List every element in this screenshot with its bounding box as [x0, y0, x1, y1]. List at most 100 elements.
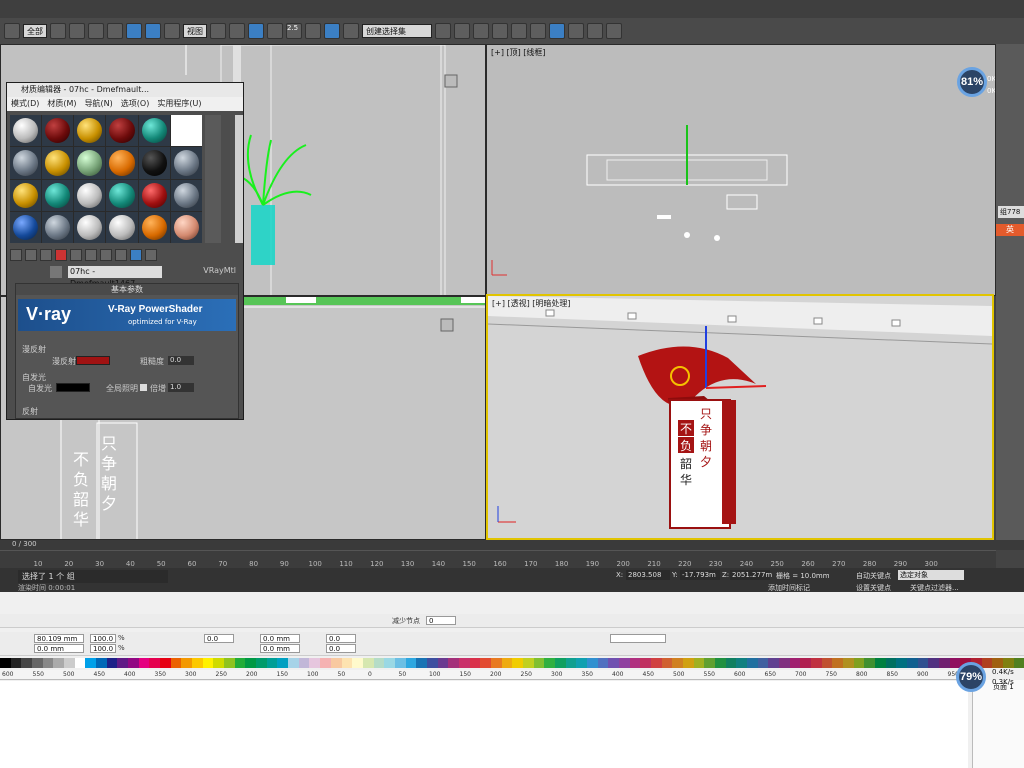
- palette-swatch[interactable]: [928, 658, 940, 668]
- material-slot[interactable]: [74, 147, 106, 179]
- palette-swatch[interactable]: [618, 658, 630, 668]
- palette-swatch[interactable]: [298, 658, 310, 668]
- palette-swatch[interactable]: [437, 658, 449, 668]
- palette-swatch[interactable]: [96, 658, 107, 668]
- palette-swatch[interactable]: [394, 658, 406, 668]
- curve-editor-icon[interactable]: [511, 23, 527, 39]
- palette-swatch[interactable]: [832, 658, 844, 668]
- palette-swatch[interactable]: [757, 658, 769, 668]
- palette-swatch[interactable]: [800, 658, 812, 668]
- palette-swatch[interactable]: [789, 658, 801, 668]
- render-setup-icon[interactable]: [568, 23, 584, 39]
- self-illum-color-swatch[interactable]: [56, 383, 90, 392]
- select-by-name-icon[interactable]: [69, 23, 85, 39]
- palette-swatch[interactable]: [288, 658, 299, 668]
- select-icon[interactable]: [50, 23, 66, 39]
- selection-set-dropdown[interactable]: 创建选择集: [362, 24, 432, 38]
- menu-item-material[interactable]: 材质(M): [47, 97, 76, 111]
- palette-swatch[interactable]: [896, 658, 908, 668]
- palette-swatch[interactable]: [106, 658, 118, 668]
- palette-swatch[interactable]: [501, 658, 513, 668]
- scale-height[interactable]: 100.0: [90, 644, 116, 653]
- palette-swatch[interactable]: [779, 658, 790, 668]
- reduce-nodes-input[interactable]: 0: [426, 616, 456, 625]
- palette-swatch[interactable]: [416, 658, 427, 668]
- palette-swatch[interactable]: [661, 658, 673, 668]
- palette-swatch[interactable]: [330, 658, 342, 668]
- viewport-top-right[interactable]: [+] [顶] [线框] 81% 0K/s 0K/s: [486, 44, 996, 296]
- gi-checkbox[interactable]: [140, 384, 147, 391]
- palette-swatch[interactable]: [202, 658, 214, 668]
- viewport-perspective[interactable]: [+] [透视] [明暗处理] 只 争 朝 夕 不 负 韶 华: [486, 294, 994, 540]
- palette-swatch[interactable]: [384, 658, 395, 668]
- material-slot[interactable]: [170, 147, 202, 179]
- palette-swatch[interactable]: [245, 658, 257, 668]
- palette-swatch[interactable]: [554, 658, 566, 668]
- palette-swatch[interactable]: [266, 658, 278, 668]
- palette-swatch[interactable]: [458, 658, 470, 668]
- material-slot[interactable]: [10, 115, 42, 147]
- palette-swatch[interactable]: [362, 658, 374, 668]
- name-field[interactable]: 组778: [998, 206, 1024, 218]
- schematic-icon[interactable]: [530, 23, 546, 39]
- palette-swatch[interactable]: [341, 658, 353, 668]
- palette-swatch[interactable]: [736, 658, 748, 668]
- palette-swatch[interactable]: [693, 658, 705, 668]
- menu-item-options[interactable]: 选项(O): [121, 97, 150, 111]
- palette-swatch[interactable]: [512, 658, 523, 668]
- menu-item-modes[interactable]: 模式(D): [11, 97, 39, 111]
- palette-swatch[interactable]: [213, 658, 225, 668]
- view-dropdown[interactable]: 视图: [183, 24, 207, 38]
- material-slot[interactable]: [74, 211, 106, 243]
- palette-swatch[interactable]: [53, 658, 65, 668]
- pick-material-icon[interactable]: [50, 266, 62, 278]
- material-slot[interactable]: [10, 211, 42, 243]
- position-y[interactable]: 0.0 mm: [260, 644, 300, 653]
- spinner-snap-icon[interactable]: [324, 23, 340, 39]
- material-slot[interactable]: [170, 179, 202, 211]
- palette-swatch[interactable]: [64, 658, 75, 668]
- select-manipulate-icon[interactable]: [229, 23, 245, 39]
- palette-swatch[interactable]: [0, 658, 11, 668]
- palette-swatch[interactable]: [32, 658, 43, 668]
- viewport-label-perspective[interactable]: [+] [透视] [明暗处理]: [492, 298, 571, 309]
- palette-swatch[interactable]: [128, 658, 139, 668]
- palette-swatch[interactable]: [992, 658, 1004, 668]
- y-coordinate[interactable]: -17.793m: [680, 570, 720, 580]
- undo-icon[interactable]: [4, 23, 20, 39]
- angle-b[interactable]: 0.0: [326, 644, 356, 653]
- slots-scrollbar[interactable]: [235, 115, 243, 243]
- palette-swatch[interactable]: [864, 658, 876, 668]
- material-slot[interactable]: [74, 115, 106, 147]
- get-material-icon[interactable]: [10, 249, 22, 261]
- x-coordinate[interactable]: 2803.508: [626, 570, 670, 580]
- outline-dropdown[interactable]: [610, 634, 666, 643]
- palette-swatch[interactable]: [533, 658, 545, 668]
- rollout-header[interactable]: 基本参数: [16, 284, 238, 295]
- palette-swatch[interactable]: [170, 658, 182, 668]
- material-name-input[interactable]: 07hc - Dmefmault1467: [68, 266, 162, 288]
- material-slot[interactable]: [170, 211, 202, 243]
- object-width[interactable]: 80.109 mm: [34, 634, 84, 643]
- edit-named-sel-icon[interactable]: [343, 23, 359, 39]
- menu-item-utilities[interactable]: 实用程序(U): [157, 97, 201, 111]
- palette-swatch[interactable]: [426, 658, 438, 668]
- palette-swatch[interactable]: [629, 658, 641, 668]
- palette-swatch[interactable]: [117, 658, 129, 668]
- palette-swatch[interactable]: [480, 658, 491, 668]
- palette-swatch[interactable]: [224, 658, 235, 668]
- put-to-library-icon[interactable]: [100, 249, 112, 261]
- scale-width[interactable]: 100.0: [90, 634, 116, 643]
- render-icon[interactable]: [606, 23, 622, 39]
- copy-material-icon[interactable]: [70, 249, 82, 261]
- palette-swatch[interactable]: [715, 658, 726, 668]
- put-to-scene-icon[interactable]: [25, 249, 37, 261]
- align-icon[interactable]: [454, 23, 470, 39]
- palette-swatch[interactable]: [768, 658, 780, 668]
- object-height[interactable]: 0.0 mm: [34, 644, 84, 653]
- multiplier-spinner[interactable]: 1.0: [168, 383, 194, 392]
- palette-swatch[interactable]: [907, 658, 918, 668]
- time-slider[interactable]: 0 / 300: [0, 540, 1024, 550]
- material-slot[interactable]: [106, 179, 138, 211]
- ribbon-icon[interactable]: [492, 23, 508, 39]
